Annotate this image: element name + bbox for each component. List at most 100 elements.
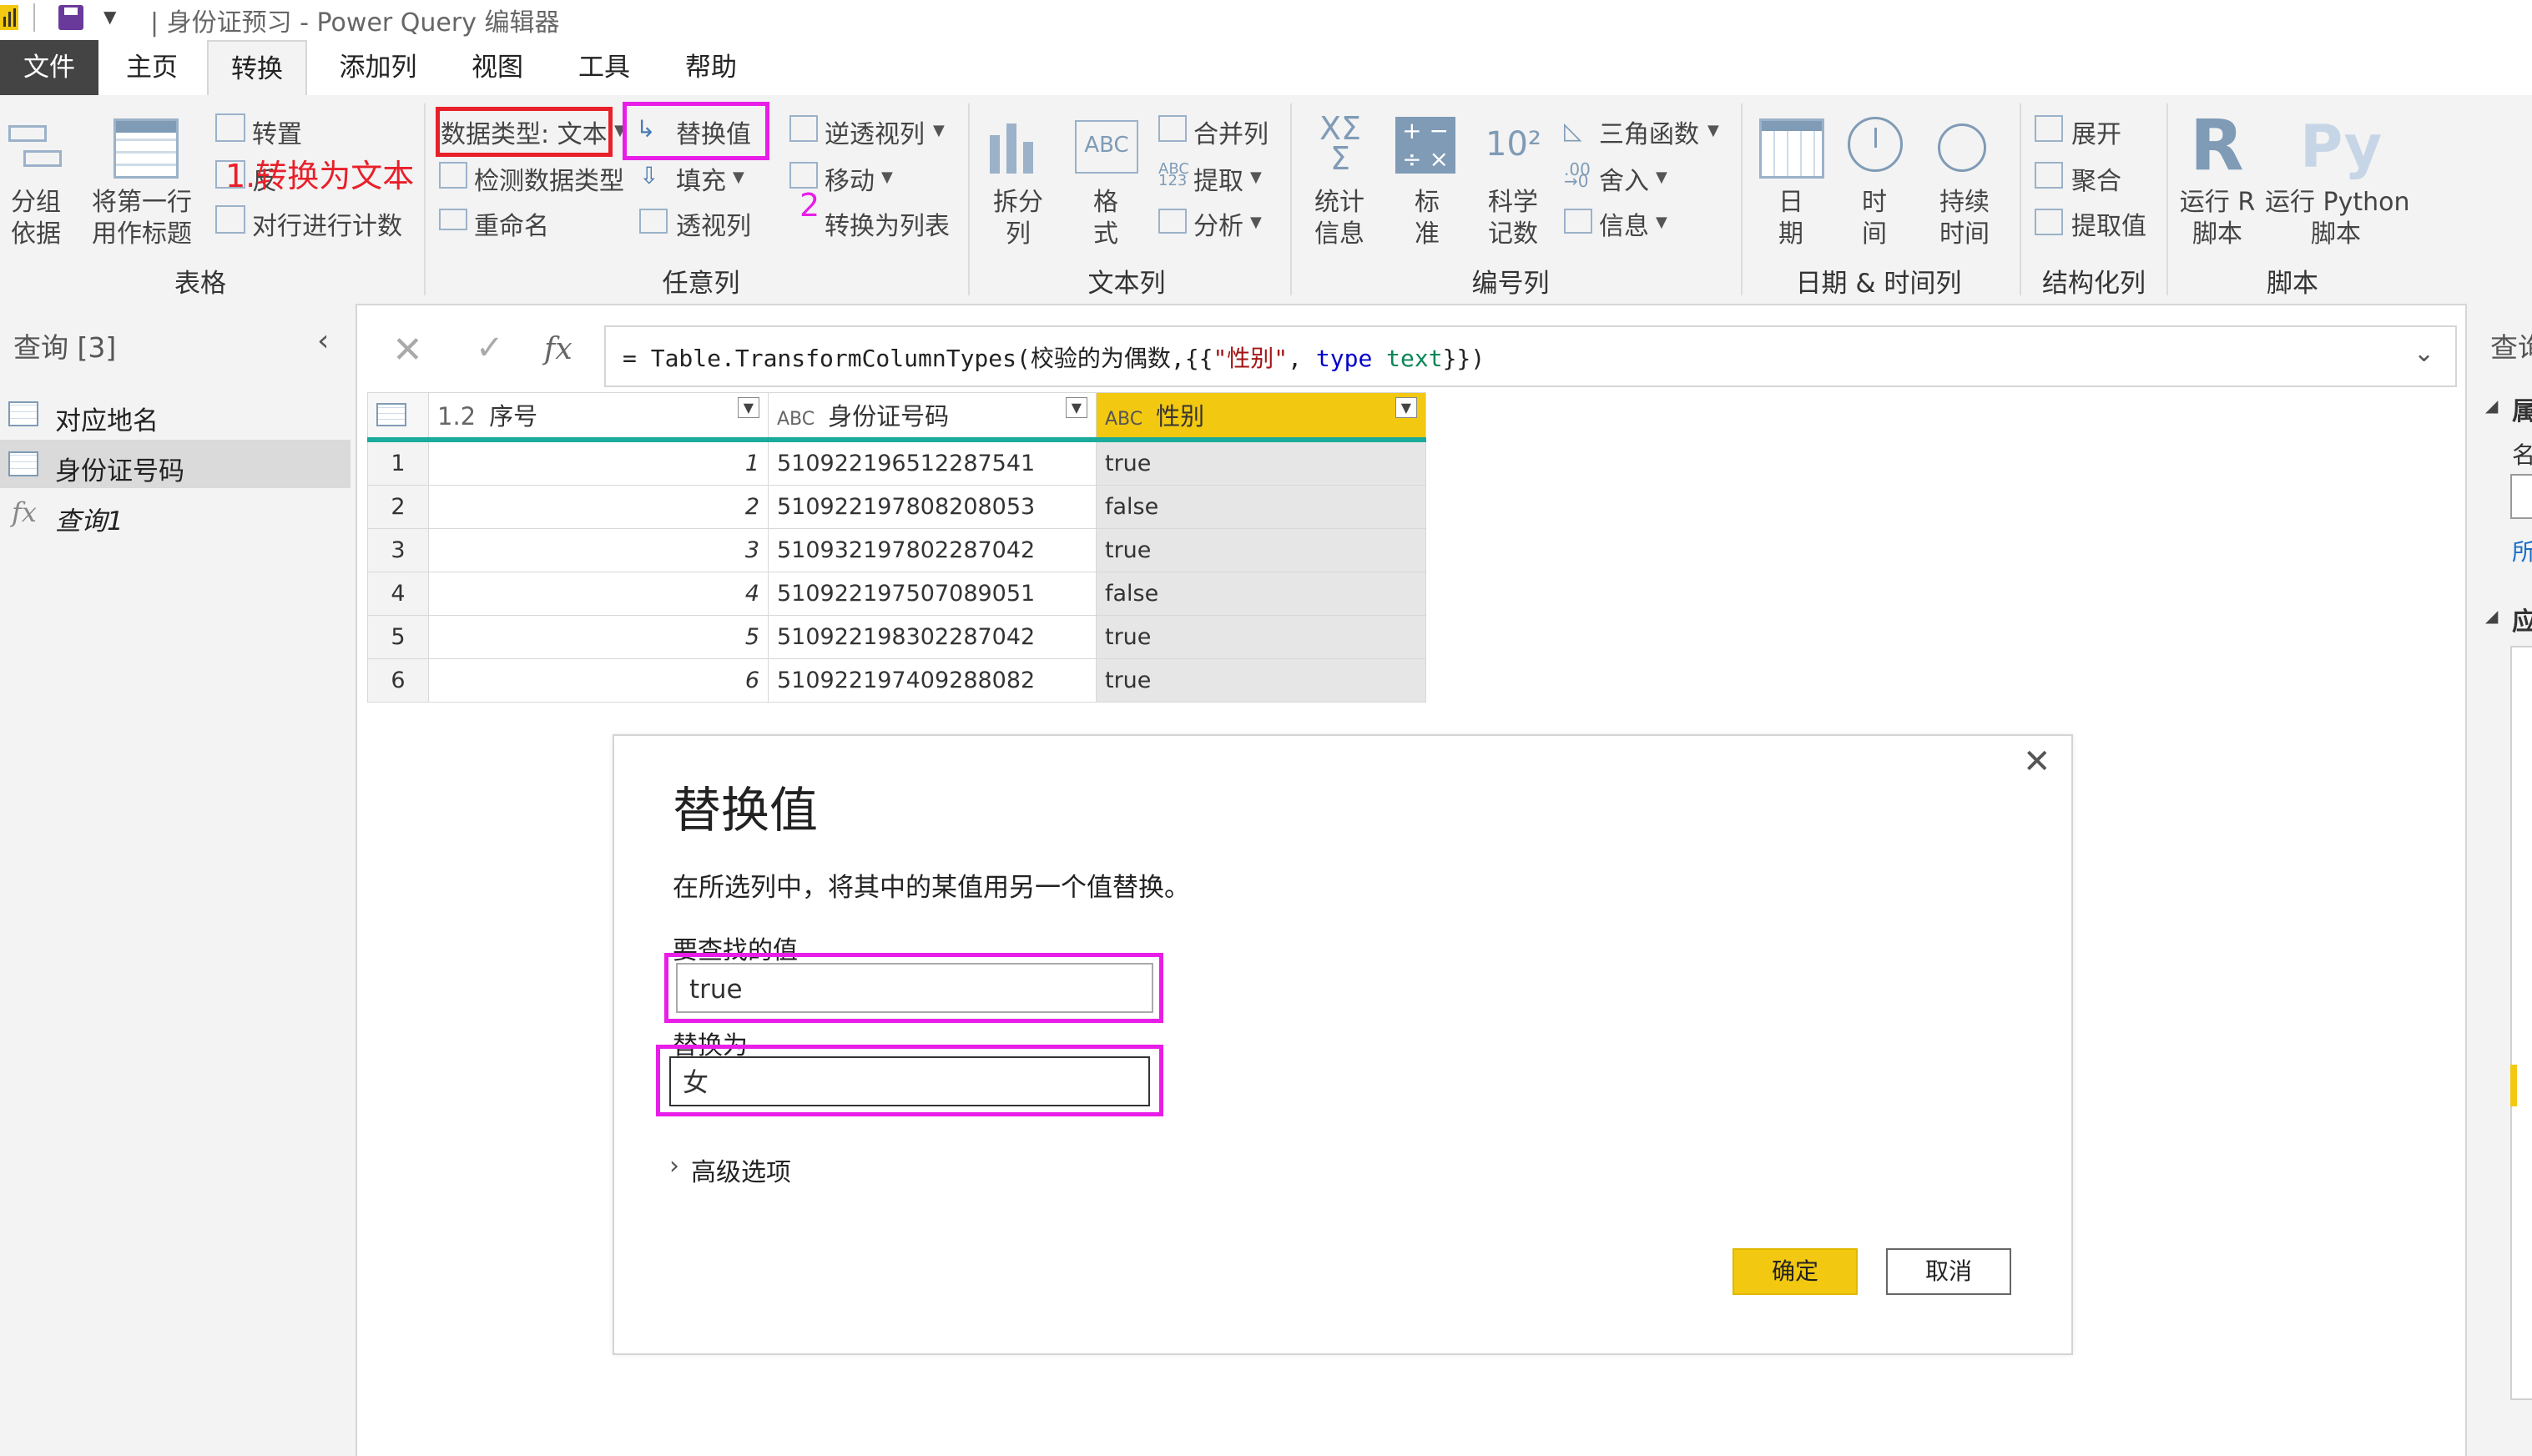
table-row[interactable]: 4 4 510922197507089051 false <box>367 571 1426 616</box>
row-number[interactable]: 3 <box>367 527 429 572</box>
row-number[interactable]: 1 <box>367 439 429 486</box>
transpose-button[interactable]: 转置 <box>252 113 302 150</box>
chevron-down-icon[interactable]: ▼ <box>1656 214 1667 231</box>
text-type-icon[interactable]: ABC <box>777 409 815 430</box>
info-dropdown[interactable]: 信息 <box>1599 205 1649 242</box>
query-item[interactable]: fx 查询1 <box>0 490 351 538</box>
scientific-button[interactable]: 科学 记数 <box>1477 187 1549 250</box>
cell-seq[interactable]: 3 <box>428 527 769 572</box>
rename-button[interactable]: 重命名 <box>474 205 549 242</box>
find-value-input[interactable]: true <box>676 963 1153 1013</box>
filter-dropdown-icon[interactable]: ▼ <box>1395 397 1417 419</box>
expand-button[interactable]: 展开 <box>2071 113 2121 150</box>
cancel-button[interactable]: 取消 <box>1886 1248 2011 1295</box>
replace-values-button[interactable]: 替换值 <box>676 113 751 150</box>
fx-icon[interactable]: fx <box>544 332 572 366</box>
save-icon[interactable] <box>58 5 83 30</box>
collapse-section-icon[interactable]: ◢ <box>2485 395 2498 416</box>
collapse-pane-icon[interactable]: ‹ <box>317 324 329 358</box>
column-header-seq[interactable]: 1.2 序号 ▼ <box>428 392 769 442</box>
extract-dropdown[interactable]: 提取 <box>1193 160 1243 197</box>
tab-tools[interactable]: 工具 <box>561 40 648 95</box>
cell-gender[interactable]: true <box>1096 657 1426 703</box>
chevron-down-icon[interactable]: ▼ <box>1250 169 1262 186</box>
extract-values-button[interactable]: 提取值 <box>2071 205 2146 242</box>
selected-step-marker[interactable] <box>2510 1065 2517 1106</box>
filter-dropdown-icon[interactable]: ▼ <box>1065 397 1087 419</box>
chevron-down-icon[interactable]: ▼ <box>933 122 945 139</box>
cell-id[interactable]: 510932197802287042 <box>768 527 1097 572</box>
query-item[interactable]: 对应地名 <box>0 390 351 438</box>
cell-seq[interactable]: 6 <box>428 657 769 703</box>
parse-dropdown[interactable]: 分析 <box>1193 205 1243 242</box>
tab-add-column[interactable]: 添加列 <box>320 40 436 95</box>
expand-formula-icon[interactable]: ⌄ <box>2413 339 2434 368</box>
cell-gender[interactable]: true <box>1096 527 1426 572</box>
round-dropdown[interactable]: 舍入 <box>1599 160 1649 197</box>
tab-home[interactable]: 主页 <box>108 40 195 95</box>
chevron-down-icon[interactable]: ▼ <box>1656 169 1667 186</box>
tab-file[interactable]: 文件 <box>0 40 98 95</box>
unpivot-dropdown[interactable]: 逆透视列 <box>825 113 925 150</box>
count-rows-button[interactable]: 对行进行计数 <box>252 205 402 242</box>
cell-seq[interactable]: 1 <box>428 439 769 486</box>
cell-gender[interactable]: false <box>1096 571 1426 616</box>
text-type-icon[interactable]: ABC <box>1105 409 1142 430</box>
table-row[interactable]: 3 3 510932197802287042 true <box>367 527 1426 572</box>
standard-button[interactable]: 标 准 <box>1394 187 1460 250</box>
date-button[interactable]: 日 期 <box>1758 187 1824 250</box>
cell-id[interactable]: 510922196512287541 <box>768 439 1097 486</box>
advanced-options-toggle[interactable]: 高级选项 <box>691 1151 791 1188</box>
aggregate-button[interactable]: 聚合 <box>2071 160 2121 197</box>
cell-seq[interactable]: 5 <box>428 614 769 659</box>
cell-seq[interactable]: 4 <box>428 571 769 616</box>
filter-dropdown-icon[interactable]: ▼ <box>737 397 759 419</box>
group-by-button[interactable]: 分组 依据 <box>7 187 65 250</box>
cell-gender[interactable]: true <box>1096 439 1426 486</box>
format-button[interactable]: 格 式 <box>1077 187 1135 250</box>
tab-view[interactable]: 视图 <box>454 40 541 95</box>
chevron-down-icon[interactable]: ▼ <box>733 169 744 186</box>
row-number[interactable]: 2 <box>367 484 429 529</box>
cell-gender[interactable]: true <box>1096 614 1426 659</box>
cell-seq[interactable]: 2 <box>428 484 769 529</box>
query-item-selected[interactable]: 身份证号码 <box>0 440 351 488</box>
cell-id[interactable]: 510922197808208053 <box>768 484 1097 529</box>
cell-id[interactable]: 510922197409288082 <box>768 657 1097 703</box>
chevron-down-icon[interactable]: ▼ <box>1250 214 1262 231</box>
statistics-button[interactable]: 统计 信息 <box>1302 187 1377 250</box>
chevron-down-icon[interactable]: ▼ <box>881 169 893 186</box>
number-type-icon[interactable]: 1.2 <box>437 402 476 431</box>
quick-access-dropdown-icon[interactable]: ▼ <box>103 7 116 27</box>
duration-button[interactable]: 持续 时间 <box>1924 187 2005 250</box>
trig-dropdown[interactable]: 三角函数 <box>1599 113 1699 150</box>
use-first-row-button[interactable]: 将第一行 用作标题 <box>83 187 200 250</box>
cell-id[interactable]: 510922198302287042 <box>768 614 1097 659</box>
cancel-formula-icon[interactable]: ✕ <box>392 329 423 371</box>
collapse-section-icon[interactable]: ◢ <box>2485 606 2498 626</box>
merge-columns-button[interactable]: 合并列 <box>1193 113 1269 150</box>
row-number[interactable]: 5 <box>367 614 429 659</box>
all-properties-link[interactable]: 所 <box>2512 534 2532 567</box>
ok-button[interactable]: 确定 <box>1733 1248 1858 1295</box>
detect-type-button[interactable]: 检测数据类型 <box>474 160 624 197</box>
cell-id[interactable]: 510922197507089051 <box>768 571 1097 616</box>
chevron-right-icon[interactable]: › <box>669 1151 679 1181</box>
replace-with-input[interactable]: 女 <box>669 1056 1150 1106</box>
split-column-button[interactable]: 拆分 列 <box>985 187 1052 250</box>
tab-help[interactable]: 帮助 <box>668 40 754 95</box>
table-row[interactable]: 1 1 510922196512287541 true <box>367 439 1426 486</box>
chevron-down-icon[interactable]: ▼ <box>1707 122 1719 139</box>
run-python-button[interactable]: 运行 Python 脚本 <box>2265 187 2410 250</box>
close-icon[interactable]: ✕ <box>2023 743 2051 781</box>
data-type-dropdown[interactable]: 数据类型: 文本 <box>441 113 608 150</box>
to-list-button[interactable]: 转换为列表 <box>825 205 950 242</box>
formula-bar[interactable]: = Table.TransformColumnTypes(校验的为偶数,{{"性… <box>604 325 2457 387</box>
table-row[interactable]: 2 2 510922197808208053 false <box>367 484 1426 529</box>
tab-transform[interactable]: 转换 <box>207 40 307 97</box>
cell-gender[interactable]: false <box>1096 484 1426 529</box>
table-row[interactable]: 5 5 510922198302287042 true <box>367 614 1426 659</box>
row-number[interactable]: 4 <box>367 571 429 616</box>
move-dropdown[interactable]: 移动 <box>825 160 875 197</box>
run-r-button[interactable]: 运行 R 脚本 <box>2178 187 2257 250</box>
